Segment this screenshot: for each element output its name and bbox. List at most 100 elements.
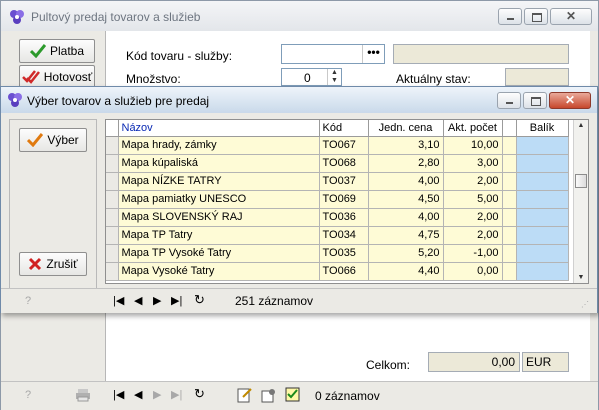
column-header-nazov[interactable]: Názov xyxy=(118,120,320,137)
cell-cena[interactable]: 3,10 xyxy=(368,136,444,155)
cell-kod[interactable]: TO034 xyxy=(319,226,369,245)
column-header-blank[interactable] xyxy=(502,120,517,137)
table-row[interactable]: Mapa NÍZKE TATRY TO037 4,00 2,00 xyxy=(106,172,569,191)
scroll-down-icon[interactable]: ▼ xyxy=(574,274,588,281)
table-row[interactable]: Mapa hrady, zámky TO067 3,10 10,00 xyxy=(106,136,569,155)
cell-blank[interactable] xyxy=(502,172,517,191)
cell-blank[interactable] xyxy=(502,226,517,245)
cell-blank[interactable] xyxy=(502,244,517,263)
dialog-maximize-button[interactable] xyxy=(523,92,547,109)
cell-cena[interactable]: 5,20 xyxy=(368,244,444,263)
cell-nazov[interactable]: Mapa hrady, zámky xyxy=(118,136,320,155)
row-indicator[interactable] xyxy=(106,190,119,209)
cell-nazov[interactable]: Mapa Vysoké Tatry xyxy=(118,262,320,281)
product-grid[interactable]: Názov Kód Jedn. cena Akt. počet Balík Ma… xyxy=(105,119,589,284)
column-header-balik[interactable]: Balík xyxy=(516,120,569,137)
browse-button[interactable]: ••• xyxy=(362,45,384,63)
help-icon[interactable]: ? xyxy=(25,294,31,308)
cell-kod[interactable]: TO067 xyxy=(319,136,369,155)
row-indicator[interactable] xyxy=(106,172,119,191)
cell-nazov[interactable]: Mapa kúpaliská xyxy=(118,154,320,173)
cell-kod[interactable]: TO066 xyxy=(319,262,369,281)
row-indicator[interactable] xyxy=(106,208,119,227)
cell-kod[interactable]: TO037 xyxy=(319,172,369,191)
cell-pocet[interactable]: 2,00 xyxy=(443,172,503,191)
properties-icon[interactable] xyxy=(261,387,277,403)
zrusit-button[interactable]: Zrušiť xyxy=(19,252,87,276)
printer-icon[interactable] xyxy=(75,388,91,402)
table-row[interactable]: Mapa Vysoké Tatry TO066 4,40 0,00 xyxy=(106,262,569,281)
first-record-icon[interactable]: |◀ xyxy=(113,294,124,308)
checkbox-icon[interactable] xyxy=(285,387,300,402)
cell-balik[interactable] xyxy=(516,226,569,245)
spin-arrows-icon[interactable]: ▲ ▼ xyxy=(327,69,341,85)
cell-kod[interactable]: TO035 xyxy=(319,244,369,263)
table-row[interactable]: Mapa pamiatky UNESCO TO069 4,50 5,00 xyxy=(106,190,569,209)
close-button[interactable]: ✕ xyxy=(550,8,592,25)
prev-record-icon[interactable]: ◀ xyxy=(134,388,142,402)
cell-pocet[interactable]: 2,00 xyxy=(443,208,503,227)
row-indicator[interactable] xyxy=(106,226,119,245)
row-indicator[interactable] xyxy=(106,154,119,173)
cell-balik[interactable] xyxy=(516,190,569,209)
cell-pocet[interactable]: 10,00 xyxy=(443,136,503,155)
cell-blank[interactable] xyxy=(502,154,517,173)
minimize-button[interactable] xyxy=(498,8,522,25)
table-row[interactable]: Mapa SLOVENSKÝ RAJ TO036 4,00 2,00 xyxy=(106,208,569,227)
maximize-button[interactable] xyxy=(524,8,548,25)
cell-nazov[interactable]: Mapa TP Tatry xyxy=(118,226,320,245)
last-record-icon[interactable]: ▶| xyxy=(171,388,182,402)
row-indicator[interactable] xyxy=(106,244,119,263)
main-titlebar[interactable]: Pultový predaj tovarov a služieb ✕ xyxy=(1,1,598,31)
cell-kod[interactable]: TO068 xyxy=(319,154,369,173)
resize-grip-icon[interactable]: ⋰ xyxy=(581,298,589,312)
cell-pocet[interactable]: 3,00 xyxy=(443,154,503,173)
kod-input[interactable]: ••• xyxy=(281,44,385,64)
cell-pocet[interactable]: -1,00 xyxy=(443,244,503,263)
cell-blank[interactable] xyxy=(502,136,517,155)
cell-nazov[interactable]: Mapa SLOVENSKÝ RAJ xyxy=(118,208,320,227)
cell-kod[interactable]: TO036 xyxy=(319,208,369,227)
scroll-thumb[interactable] xyxy=(575,174,587,188)
edit-icon[interactable] xyxy=(237,387,253,403)
first-record-icon[interactable]: |◀ xyxy=(113,388,124,402)
table-row[interactable]: Mapa TP Tatry TO034 4,75 2,00 xyxy=(106,226,569,245)
last-record-icon[interactable]: ▶| xyxy=(171,294,182,308)
refresh-icon[interactable]: ↻ xyxy=(194,387,205,401)
cell-cena[interactable]: 4,75 xyxy=(368,226,444,245)
scroll-up-icon[interactable]: ▲ xyxy=(574,122,588,129)
column-header-cena[interactable]: Jedn. cena xyxy=(368,120,444,137)
cell-balik[interactable] xyxy=(516,154,569,173)
column-header-kod[interactable]: Kód xyxy=(319,120,369,137)
cell-pocet[interactable]: 2,00 xyxy=(443,226,503,245)
cell-balik[interactable] xyxy=(516,136,569,155)
cell-nazov[interactable]: Mapa NÍZKE TATRY xyxy=(118,172,320,191)
refresh-icon[interactable]: ↻ xyxy=(194,293,205,307)
cell-blank[interactable] xyxy=(502,190,517,209)
cell-cena[interactable]: 2,80 xyxy=(368,154,444,173)
cell-cena[interactable]: 4,00 xyxy=(368,172,444,191)
cell-balik[interactable] xyxy=(516,244,569,263)
column-header-pocet[interactable]: Akt. počet xyxy=(443,120,503,137)
cell-kod[interactable]: TO069 xyxy=(319,190,369,209)
cell-pocet[interactable]: 5,00 xyxy=(443,190,503,209)
platba-button[interactable]: Platba xyxy=(19,39,95,63)
cell-balik[interactable] xyxy=(516,262,569,281)
mnozstvo-stepper[interactable]: 0 ▲ ▼ xyxy=(281,68,342,86)
cell-blank[interactable] xyxy=(502,208,517,227)
vyber-button[interactable]: Výber xyxy=(19,128,87,152)
next-record-icon[interactable]: ▶ xyxy=(153,388,161,402)
cell-cena[interactable]: 4,00 xyxy=(368,208,444,227)
dialog-minimize-button[interactable] xyxy=(497,92,521,109)
cell-pocet[interactable]: 0,00 xyxy=(443,262,503,281)
cell-balik[interactable] xyxy=(516,208,569,227)
row-indicator[interactable] xyxy=(106,262,119,281)
prev-record-icon[interactable]: ◀ xyxy=(134,294,142,308)
row-indicator[interactable] xyxy=(106,136,119,155)
grid-scrollbar[interactable]: ▲ ▼ xyxy=(573,120,588,283)
cell-blank[interactable] xyxy=(502,262,517,281)
cell-nazov[interactable]: Mapa TP Vysoké Tatry xyxy=(118,244,320,263)
help-icon[interactable]: ? xyxy=(25,388,31,402)
next-record-icon[interactable]: ▶ xyxy=(153,294,161,308)
cell-cena[interactable]: 4,40 xyxy=(368,262,444,281)
